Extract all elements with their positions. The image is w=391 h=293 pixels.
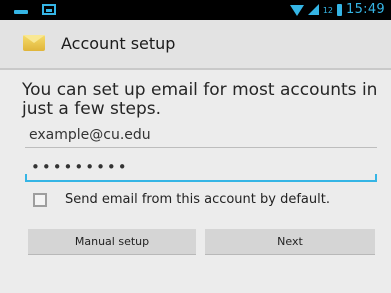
email-envelope-icon[interactable] xyxy=(23,35,45,51)
action-bar: Account setup xyxy=(0,20,391,70)
network-type-label: 12 xyxy=(322,5,334,15)
status-bar: 12 15:49 xyxy=(0,0,391,20)
default-account-checkbox-row[interactable]: Send email from this account by default. xyxy=(33,192,330,207)
page-title: Account setup xyxy=(61,34,176,53)
default-account-checkbox[interactable] xyxy=(33,192,47,207)
password-field[interactable]: ••••••••• xyxy=(25,156,377,182)
signal-icon xyxy=(307,4,319,15)
status-notifications xyxy=(14,4,56,15)
status-time: 15:49 xyxy=(346,2,385,17)
android-screen: 12 15:49 Account setup You can set up em… xyxy=(0,0,391,293)
password-masked-value: ••••••••• xyxy=(31,158,129,176)
status-indicators: 12 15:49 xyxy=(289,2,385,17)
notification-bar-icon xyxy=(14,9,28,14)
default-account-checkbox-label[interactable]: Send email from this account by default. xyxy=(65,192,330,207)
manual-setup-button[interactable]: Manual setup xyxy=(28,229,196,255)
email-field[interactable] xyxy=(25,122,377,148)
wifi-icon xyxy=(289,5,304,16)
intro-text: You can set up email for most accounts i… xyxy=(22,80,378,119)
next-button[interactable]: Next xyxy=(205,229,375,255)
battery-icon xyxy=(337,3,343,16)
image-notification-icon xyxy=(42,4,56,15)
